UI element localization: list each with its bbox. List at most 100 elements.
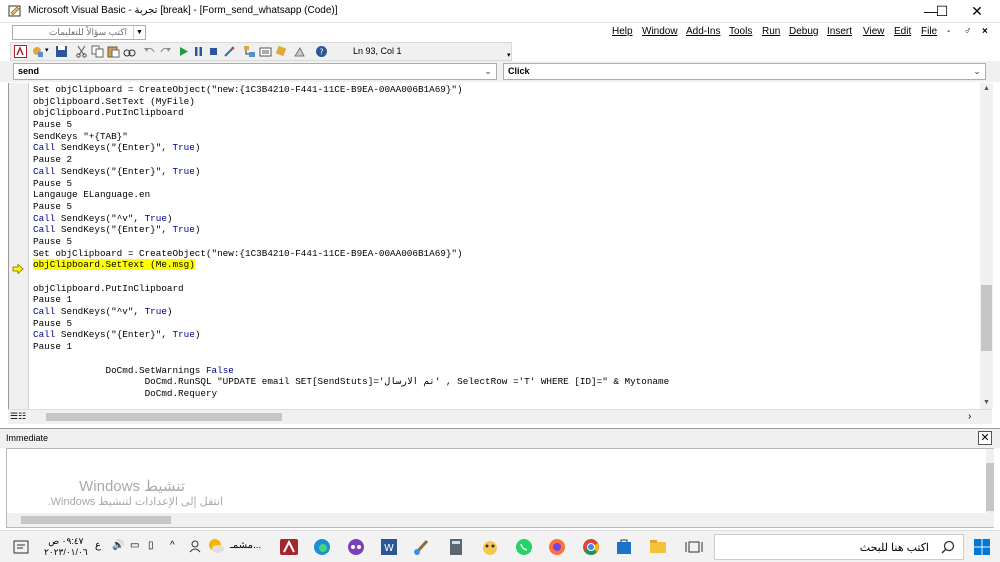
store-icon[interactable] bbox=[614, 537, 634, 557]
whatsapp-icon[interactable] bbox=[514, 537, 534, 557]
code-line[interactable]: objClipboard.PutInClipboard bbox=[33, 283, 973, 295]
menu-file[interactable]: File bbox=[921, 26, 937, 37]
code-line[interactable]: Pause 1 bbox=[33, 294, 973, 306]
insert-object-icon[interactable] bbox=[31, 45, 44, 58]
undo-icon[interactable] bbox=[143, 45, 156, 58]
code-line[interactable]: Set objClipboard = CreateObject("new:{1C… bbox=[33, 248, 973, 260]
chevron-down-icon[interactable]: ⌄ bbox=[971, 64, 983, 79]
code-line[interactable]: Pause 5 bbox=[33, 236, 973, 248]
code-line[interactable]: Pause 5 bbox=[33, 201, 973, 213]
code-line[interactable]: objClipboard.PutInClipboard bbox=[33, 107, 973, 119]
properties-icon[interactable] bbox=[259, 45, 272, 58]
task-view-icon[interactable] bbox=[684, 537, 704, 557]
menu-add-ins[interactable]: Add-Ins bbox=[686, 26, 720, 37]
code-line[interactable]: Pause 5 bbox=[33, 178, 973, 190]
windows-start-icon[interactable] bbox=[973, 538, 991, 556]
chevron-down-icon[interactable]: ▾ bbox=[45, 46, 49, 54]
scroll-down-icon[interactable]: ▼ bbox=[980, 397, 993, 409]
menu-window[interactable]: Window bbox=[642, 26, 678, 37]
volume-icon[interactable]: 🔊 bbox=[112, 540, 124, 551]
code-line[interactable]: Call SendKeys("^v", True) bbox=[33, 306, 973, 318]
menu-help[interactable]: Help bbox=[612, 26, 633, 37]
menu-debug[interactable]: Debug bbox=[789, 26, 818, 37]
scroll-thumb[interactable] bbox=[21, 516, 171, 524]
taskbar-search-input[interactable]: اكتب هنا للبحث bbox=[714, 534, 964, 560]
redo-icon[interactable] bbox=[159, 45, 172, 58]
cut-icon[interactable] bbox=[75, 45, 88, 58]
calculator-icon[interactable] bbox=[446, 537, 466, 557]
code-line[interactable]: Langauge ELanguage.en bbox=[33, 189, 973, 201]
code-line[interactable]: Pause 5 bbox=[33, 119, 973, 131]
scroll-thumb[interactable] bbox=[986, 463, 994, 511]
run-icon[interactable] bbox=[177, 45, 190, 58]
paste-icon[interactable] bbox=[107, 45, 120, 58]
immediate-vertical-scrollbar[interactable] bbox=[986, 449, 994, 513]
mdi-minimize-button[interactable]: - bbox=[947, 26, 950, 37]
code-line[interactable]: Call SendKeys("{Enter}", True) bbox=[33, 224, 973, 236]
people-icon[interactable] bbox=[188, 539, 202, 553]
code-line[interactable]: Call SendKeys("{Enter}", True) bbox=[33, 166, 973, 178]
find-icon[interactable] bbox=[123, 45, 136, 58]
scroll-up-icon[interactable]: ▲ bbox=[980, 83, 993, 95]
show-hidden-icons-icon[interactable]: ^ bbox=[170, 540, 175, 551]
battery-icon[interactable]: ▯ bbox=[148, 540, 154, 551]
toolbox-icon[interactable] bbox=[293, 45, 306, 58]
game-icon[interactable] bbox=[480, 537, 500, 557]
menu-tools[interactable]: Tools bbox=[729, 26, 752, 37]
mdi-close-button[interactable]: × bbox=[982, 26, 988, 37]
mdi-restore-button[interactable]: ♂ bbox=[964, 26, 972, 37]
menu-insert[interactable]: Insert bbox=[827, 26, 852, 37]
immediate-input[interactable]: تنشيط Windows انتقل إلى الإعدادات لتنشيط… bbox=[6, 448, 994, 528]
code-line[interactable]: DoCmd.SetWarnings False bbox=[33, 365, 973, 377]
code-line[interactable]: objClipboard.SetText (MyFile) bbox=[33, 96, 973, 108]
code-line[interactable]: DoCmd.RunSQL "UPDATE email SET[SendStuts… bbox=[33, 376, 973, 388]
copy-icon[interactable] bbox=[91, 45, 104, 58]
scroll-right-icon[interactable]: › bbox=[968, 411, 971, 422]
file-explorer-icon[interactable] bbox=[648, 537, 668, 557]
code-line[interactable]: Set objClipboard = CreateObject("new:{1C… bbox=[33, 84, 973, 96]
edge-icon[interactable] bbox=[312, 537, 332, 557]
code-line[interactable]: DoCmd.Requery bbox=[33, 388, 973, 400]
weather-icon[interactable] bbox=[206, 536, 226, 556]
language-indicator[interactable]: ع bbox=[95, 540, 101, 551]
code-horizontal-scrollbar[interactable]: ☰☷ › bbox=[8, 409, 992, 424]
paint-icon[interactable] bbox=[412, 537, 432, 557]
code-line[interactable] bbox=[33, 271, 973, 283]
code-line[interactable] bbox=[33, 353, 973, 365]
margin-indicator-bar[interactable] bbox=[9, 83, 29, 409]
scroll-thumb[interactable] bbox=[981, 285, 992, 351]
close-button[interactable]: ✕ bbox=[954, 0, 1000, 23]
code-line[interactable]: Pause 1 bbox=[33, 341, 973, 353]
break-icon[interactable] bbox=[192, 45, 205, 58]
object-browser-icon[interactable] bbox=[275, 45, 288, 58]
code-vertical-scrollbar[interactable]: ▲ ▼ bbox=[980, 83, 993, 409]
reset-icon[interactable] bbox=[207, 45, 220, 58]
code-line[interactable]: Pause 2 bbox=[33, 154, 973, 166]
toolbar-options-icon[interactable]: ▾ bbox=[507, 51, 511, 59]
weather-label[interactable]: مشمـ... bbox=[230, 540, 261, 551]
menu-run[interactable]: Run bbox=[762, 26, 780, 37]
system-clock[interactable]: ٠٩:٤٧ ص ٢٠٢٣/٠١/٠٦ bbox=[44, 536, 88, 558]
access-app-icon[interactable] bbox=[279, 537, 299, 557]
procedure-dropdown[interactable]: Click ⌄ bbox=[503, 63, 986, 80]
help-search-input[interactable]: اكتب سؤالاً للتعليمات ▼ bbox=[12, 25, 146, 40]
chevron-down-icon[interactable]: ▼ bbox=[133, 26, 145, 39]
code-editor[interactable]: Set objClipboard = CreateObject("new:{1C… bbox=[33, 84, 973, 408]
code-line[interactable]: SendKeys "+{TAB}" bbox=[33, 131, 973, 143]
help-icon[interactable]: ? bbox=[315, 45, 328, 58]
save-icon[interactable] bbox=[55, 45, 68, 58]
chrome-icon[interactable] bbox=[581, 537, 601, 557]
notifications-icon[interactable] bbox=[12, 538, 30, 556]
project-explorer-icon[interactable] bbox=[243, 45, 256, 58]
firefox-icon[interactable] bbox=[547, 537, 567, 557]
current-code-line[interactable]: objClipboard.SetText (Me.msg) bbox=[33, 259, 973, 271]
word-icon[interactable]: W bbox=[379, 537, 399, 557]
immediate-close-icon[interactable]: ✕ bbox=[978, 431, 992, 445]
view-mode-buttons[interactable]: ☰☷ bbox=[10, 411, 44, 423]
code-line[interactable]: Call SendKeys("^v", True) bbox=[33, 213, 973, 225]
design-mode-icon[interactable] bbox=[223, 45, 236, 58]
scroll-thumb[interactable] bbox=[46, 413, 282, 421]
code-line[interactable]: Pause 5 bbox=[33, 318, 973, 330]
code-line[interactable]: Call SendKeys("{Enter}", True) bbox=[33, 329, 973, 341]
view-access-icon[interactable] bbox=[14, 45, 27, 58]
